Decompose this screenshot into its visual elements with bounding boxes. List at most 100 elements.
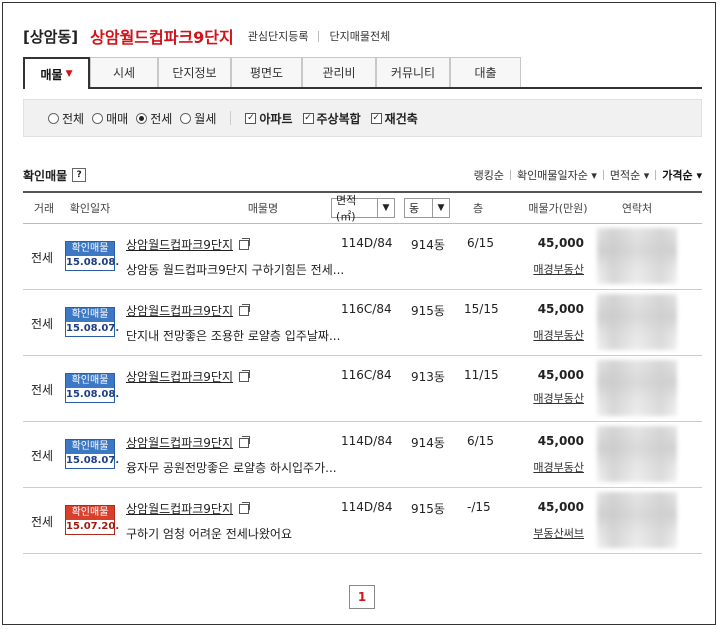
deal-type: 전세 [31,515,54,529]
dong-value: 913동 [411,370,445,384]
table-row[interactable]: 전세 확인매물 15.08.07. 상암월드컵파크9단지 융자무 공원전망좋은 … [23,422,702,488]
radio-circle-icon [48,112,59,124]
badge-date: 15.08.07. [66,454,120,468]
tab-listings[interactable]: 매물 ▼ [23,57,90,89]
add-favorite-link[interactable]: 관심단지등록 [248,28,309,44]
listing-desc[interactable]: 구하기 엄청 어려운 전세나왔어요 [126,525,292,542]
contact-blurred [597,228,677,284]
table-row[interactable]: 전세 확인매물 15.07.20. 상암월드컵파크9단지 구하기 엄청 어려운 … [23,488,702,554]
deal-type: 전세 [31,383,54,397]
floor-value: 6/15 [467,434,494,448]
area-name: [상암동] [23,27,79,46]
new-window-icon[interactable] [239,370,250,382]
sort-area[interactable]: 면적순 ▾ [610,167,649,183]
badge-label: 확인매물 [66,440,114,454]
badge-date: 15.07.20. [66,520,120,534]
radio-monthly[interactable]: 월세 [180,110,216,127]
badge-label: 확인매물 [66,506,114,520]
tab-maintenance-fee-label: 관리비 [322,66,356,80]
area-select[interactable]: 면적(㎡) ▼ [331,194,395,223]
dong-select-label: 동 [409,202,420,215]
col-area[interactable]: 면적(㎡) ▼ [331,193,395,223]
listing-panel: [상암동] 상암월드컵파크9단지 관심단지등록 단지매물전체 매물 ▼ 시세 단지… [2,2,716,625]
area-value: 116C/84 [341,302,392,316]
listing-name-link[interactable]: 상암월드컵파크9단지 [126,434,250,451]
badge-date: 15.08.08. [66,256,120,270]
col-dong[interactable]: 동 ▼ [404,193,450,223]
radio-sale[interactable]: 매매 [92,110,128,127]
price-value: 45,000 [537,302,584,316]
radio-all[interactable]: 전체 [48,110,84,127]
sort-area-label: 면적순 [609,169,641,182]
tab-price[interactable]: 시세 [90,57,158,87]
listing-name: 상암월드컵파크9단지 [126,370,233,384]
sort-ranking[interactable]: 랭킹순 [474,167,504,183]
confirmed-badge: 확인매물 15.08.08. [65,241,120,271]
list-toolbar: 확인매물 ? 랭킹순 확인매물일자순 ▾ 면적순 ▾ 가격순 ▾ [23,165,702,185]
tab-listings-label: 매물 [40,67,63,82]
sort-price[interactable]: 가격순 ▾ [662,167,702,183]
tab-floorplan[interactable]: 평면도 [231,57,302,87]
listing-desc[interactable]: 융자무 공원전망좋은 로얄층 하시입주가... [126,459,337,476]
check-mixed-use-label: 주상복합 [316,111,361,126]
complex-title[interactable]: 상암월드컵파크9단지 [90,24,234,48]
dong-select[interactable]: 동 ▼ [404,198,450,218]
col-price: 매물가(만원) [528,202,588,215]
area-value: 114D/84 [341,434,393,448]
sort-confirm-date[interactable]: 확인매물일자순 ▾ [517,167,597,183]
sort-divider [602,170,604,180]
table-row[interactable]: 전세 확인매물 15.08.08. 상암월드컵파크9단지 116C/84 913… [23,356,702,422]
listing-name: 상암월드컵파크9단지 [126,304,233,318]
listing-desc[interactable]: 상암동 월드컵파크9단지 구하기힘든 전세... [126,261,344,278]
deal-type: 전세 [31,449,54,463]
sort-arrow-icon: ▾ [587,169,597,182]
page-1-button[interactable]: 1 [349,585,375,609]
new-window-icon[interactable] [239,238,250,250]
table-row[interactable]: 전세 확인매물 15.08.08. 상암월드컵파크9단지 상암동 월드컵파크9단… [23,224,702,290]
chevron-down-icon: ▼ [432,199,449,217]
table-row[interactable]: 전세 확인매물 15.08.07. 상암월드컵파크9단지 단지내 전망좋은 조용… [23,290,702,356]
tab-complex-info[interactable]: 단지정보 [158,57,231,87]
contact-blurred [597,492,677,548]
agent-link[interactable]: 매경부동산 [533,390,584,406]
confirmed-badge: 확인매물 15.07.20. [65,505,120,535]
tab-community[interactable]: 커뮤니티 [376,57,450,87]
new-window-icon[interactable] [239,502,250,514]
agent-link[interactable]: 부동산써브 [533,525,584,541]
radio-circle-icon [92,112,104,124]
sort-arrow-icon: ▾ [640,169,650,182]
price-value: 45,000 [537,434,584,448]
agent-link[interactable]: 매경부동산 [533,459,584,475]
table-header: 거래 확인일자 매물명 면적(㎡) ▼ 동 ▼ 층 매물가(만원) 연락처 [23,193,702,224]
new-window-icon[interactable] [239,304,250,316]
listing-name: 상암월드컵파크9단지 [126,502,233,516]
deal-type: 전세 [31,251,54,265]
agent-link[interactable]: 매경부동산 [533,327,584,343]
contact-blurred [597,294,677,350]
complex-header: [상암동] 상암월드컵파크9단지 관심단지등록 단지매물전체 [23,24,390,48]
all-listings-link[interactable]: 단지매물전체 [329,28,390,44]
filter-divider [230,111,232,125]
confirmed-badge: 확인매물 15.08.07. [65,307,119,337]
tab-loan[interactable]: 대출 [450,57,521,87]
check-mixed-use[interactable]: ✓ 주상복합 [302,110,361,127]
listing-name-link[interactable]: 상암월드컵파크9단지 [126,500,250,517]
radio-jeonse[interactable]: 전세 [136,110,172,127]
caret-down-icon: ▼ [65,69,73,79]
help-icon[interactable]: ? [72,168,87,182]
listing-desc[interactable]: 단지내 전망좋은 조용한 로얄층 입주날짜... [126,327,340,344]
listing-name-link[interactable]: 상암월드컵파크9단지 [126,302,250,319]
floor-value: 11/15 [464,368,499,382]
listing-name-link[interactable]: 상암월드컵파크9단지 [126,236,250,253]
agent-link[interactable]: 매경부동산 [533,261,584,277]
sort-divider [509,170,511,180]
listing-name-link[interactable]: 상암월드컵파크9단지 [126,368,250,385]
tab-maintenance-fee[interactable]: 관리비 [302,57,376,87]
check-reconstruction[interactable]: ✓ 재건축 [370,110,418,127]
radio-sale-label: 매매 [106,111,129,126]
checkbox-checked-icon: ✓ [302,112,314,124]
deal-type: 전세 [31,317,54,331]
check-apartment[interactable]: ✓ 아파트 [245,110,293,127]
badge-label: 확인매물 [66,374,114,388]
new-window-icon[interactable] [239,436,250,448]
